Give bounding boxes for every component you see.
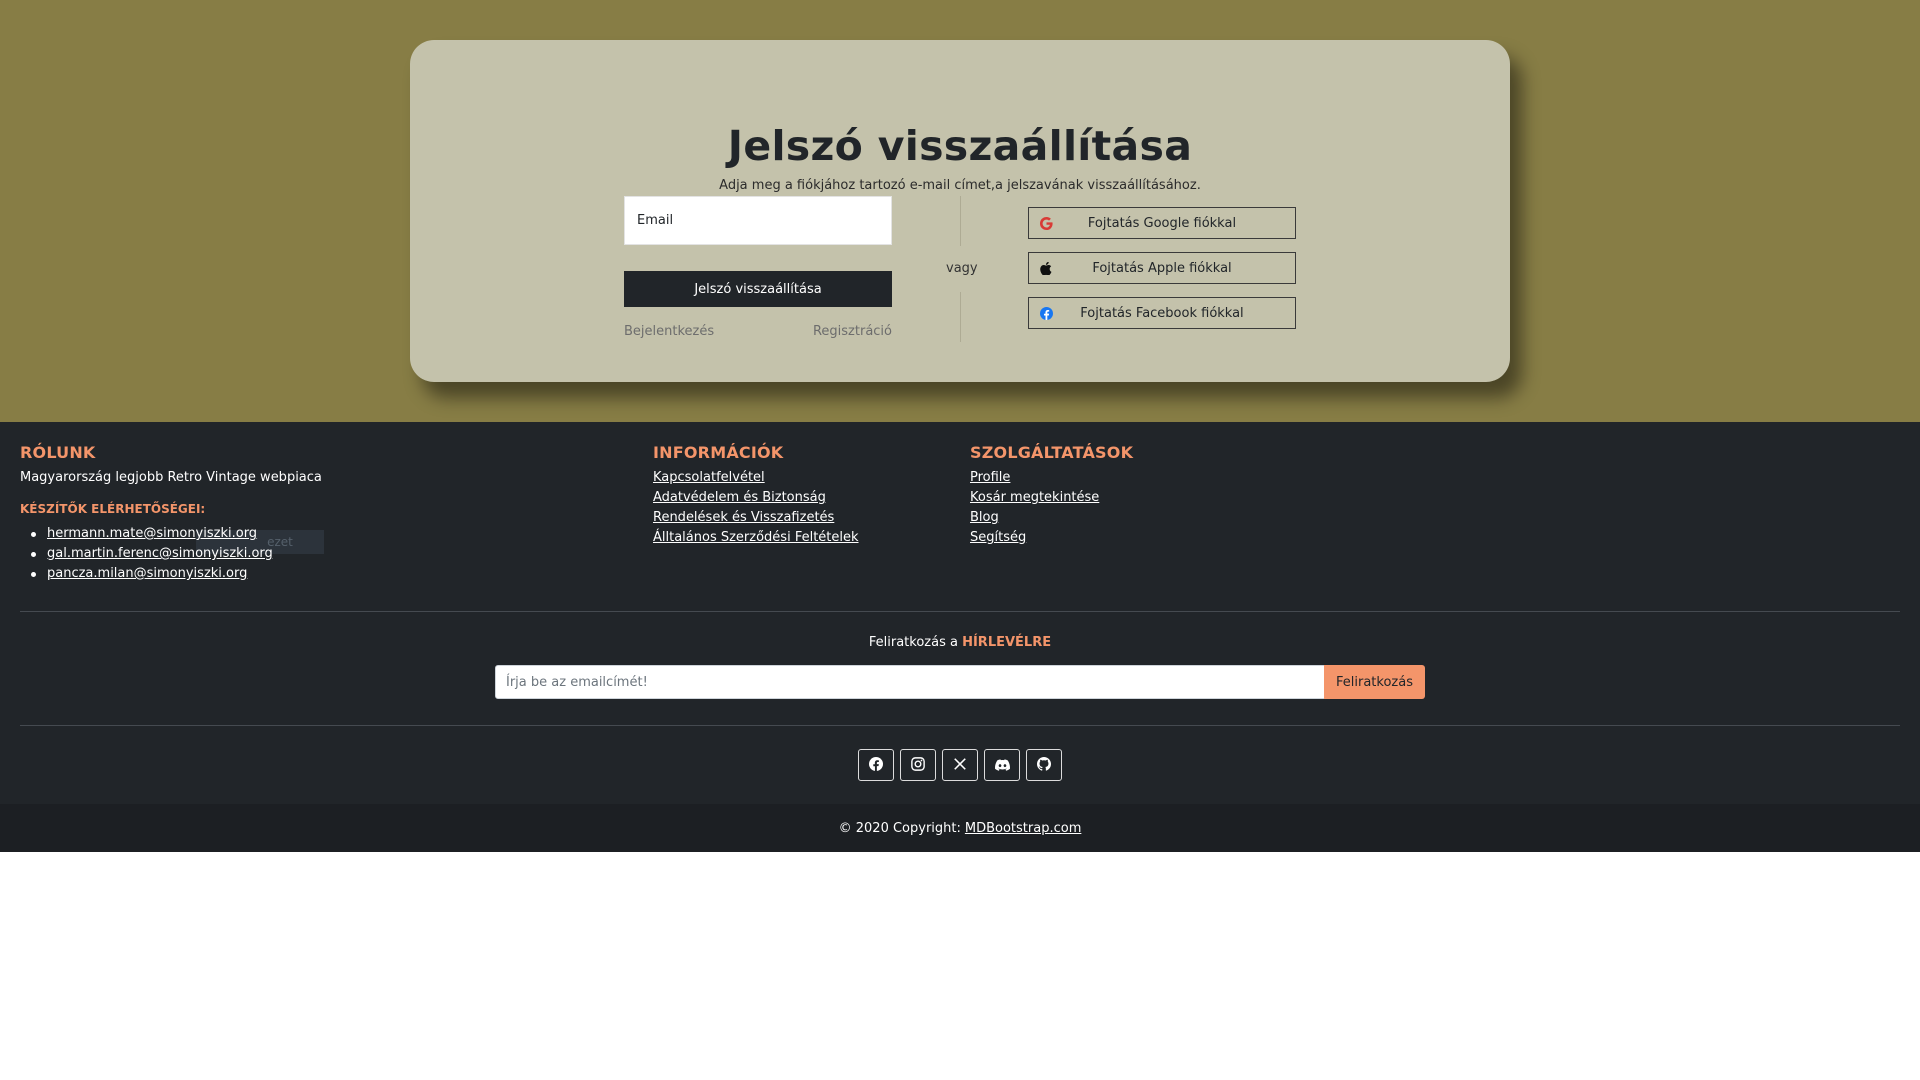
- facebook-icon: [869, 756, 883, 775]
- copyright-text: © 2020 Copyright:: [838, 820, 961, 836]
- google-login-label: Fojtatás Google fiókkal: [1087, 215, 1237, 231]
- apple-icon: [1039, 261, 1053, 275]
- login-link[interactable]: Bejelentkezés: [624, 324, 714, 339]
- info-link-privacy[interactable]: Adatvédelem és Biztonság: [653, 490, 826, 505]
- services-heading: SZOLGÁLTATÁSOK: [970, 443, 1134, 462]
- contacts-heading: KÉSZÍTŐK ELÉRHETŐSÉGEI:: [20, 502, 206, 516]
- contact-email-2[interactable]: gal.martin.ferenc@simonyiszki.org: [47, 546, 273, 561]
- services-link-blog[interactable]: Blog: [970, 510, 999, 525]
- info-link-terms[interactable]: Álltalános Szerződési Feltételek: [653, 530, 859, 545]
- footer-divider: [20, 611, 1900, 612]
- divider-top: [960, 196, 961, 246]
- list-bullet: [31, 572, 36, 577]
- subscribe-button[interactable]: Feliratkozás: [1324, 665, 1425, 699]
- hero-section: Jelszó visszaállítása Adja meg a fiókjáh…: [0, 0, 1920, 422]
- contact-email-1[interactable]: hermann.mate@simonyiszki.org: [47, 526, 257, 541]
- facebook-login-button[interactable]: Fojtatás Facebook fiókkal: [1028, 297, 1296, 329]
- reset-password-button[interactable]: Jelszó visszaállítása: [624, 271, 892, 307]
- email-input[interactable]: Email: [624, 196, 892, 245]
- info-link-contact[interactable]: Kapcsolatfelvétel: [653, 470, 765, 485]
- instagram-social-button[interactable]: [900, 749, 936, 781]
- services-link-profile[interactable]: Profile: [970, 470, 1010, 485]
- copyright-bar: © 2020 Copyright: MDBootstrap.com: [0, 804, 1920, 852]
- facebook-login-label: Fojtatás Facebook fiókkal: [1080, 305, 1244, 321]
- facebook-social-button[interactable]: [858, 749, 894, 781]
- github-icon: [1037, 756, 1051, 775]
- x-social-button[interactable]: [942, 749, 978, 781]
- apple-login-label: Fojtatás Apple fiókkal: [1092, 260, 1232, 276]
- about-heading: RÓLUNK: [20, 443, 96, 462]
- facebook-icon: [1039, 306, 1053, 320]
- contact-email-3[interactable]: pancza.milan@simonyiszki.org: [47, 566, 247, 581]
- list-bullet: [31, 552, 36, 557]
- list-bullet: [31, 532, 36, 537]
- instagram-icon: [911, 756, 925, 775]
- footer: RÓLUNK Magyarország legjobb Retro Vintag…: [0, 422, 1920, 804]
- footer-divider: [20, 725, 1900, 726]
- newsletter-email-input[interactable]: Írja be az emailcímét!: [495, 665, 1325, 699]
- google-icon: [1039, 216, 1053, 230]
- discord-social-button[interactable]: [984, 749, 1020, 781]
- register-link[interactable]: Regisztráció: [813, 324, 892, 339]
- reset-card: Jelszó visszaállítása Adja meg a fiókjáh…: [410, 40, 1510, 382]
- google-login-button[interactable]: Fojtatás Google fiókkal: [1028, 207, 1296, 239]
- page-title: Jelszó visszaállítása: [727, 122, 1193, 170]
- github-social-button[interactable]: [1026, 749, 1062, 781]
- x-icon: [953, 756, 967, 775]
- services-link-help[interactable]: Segítség: [970, 530, 1026, 545]
- newsletter-label-accent: HÍRLEVÉLRE: [962, 635, 1052, 650]
- newsletter-label: Feliratkozás a HÍRLEVÉLRE: [868, 635, 1052, 650]
- discord-icon: [994, 756, 1010, 775]
- divider-bottom: [960, 292, 961, 342]
- info-link-orders[interactable]: Rendelések és Visszafizetés: [653, 510, 834, 525]
- apple-login-button[interactable]: Fojtatás Apple fiókkal: [1028, 252, 1296, 284]
- copyright-link[interactable]: MDBootstrap.com: [965, 821, 1081, 836]
- or-label: vagy: [946, 261, 978, 276]
- page-subtitle: Adja meg a fiókjához tartozó e-mail címe…: [719, 178, 1201, 193]
- info-heading: INFORMÁCIÓK: [653, 443, 784, 462]
- about-text: Magyarország legjobb Retro Vintage webpi…: [20, 470, 322, 485]
- services-link-cart[interactable]: Kosár megtekintése: [970, 490, 1099, 505]
